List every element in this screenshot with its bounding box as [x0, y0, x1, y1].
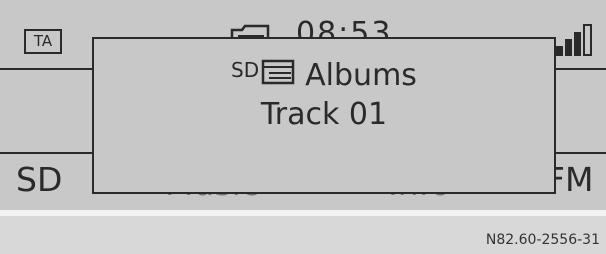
figure-reference: N82.60-2556-31	[485, 232, 600, 248]
signal-strength-icon	[556, 22, 596, 56]
popup-title-row: SD Albums	[94, 51, 554, 95]
popup-track: Track 01	[260, 97, 388, 132]
popup-title: Albums	[305, 58, 417, 93]
ta-badge: TA	[24, 29, 62, 54]
track-popup: SD Albums Track 01	[92, 37, 556, 194]
soft-key-sd[interactable]: SD	[16, 160, 62, 200]
source-tag: SD	[231, 58, 260, 82]
display-screen: TA 08:53 SD Music Info FM SD Albums Trac…	[0, 0, 606, 210]
folder-icon	[261, 59, 295, 85]
